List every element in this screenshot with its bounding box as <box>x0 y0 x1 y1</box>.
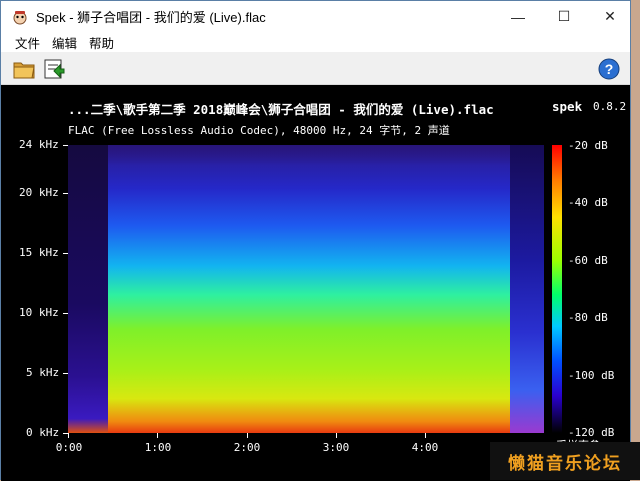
y-tick-label: 0 kHz <box>26 426 60 439</box>
db-scale-label: -40 dB <box>568 196 608 209</box>
spectrogram-top-fade <box>68 145 544 165</box>
menu-help[interactable]: 帮助 <box>89 33 114 52</box>
x-tick-label: 4:00 <box>411 441 439 454</box>
y-tick-label: 5 kHz <box>26 366 60 379</box>
x-tick <box>247 433 248 438</box>
x-tick-label: 2:00 <box>233 441 261 454</box>
y-tick-label: 10 kHz <box>19 306 59 319</box>
forum-watermark: 懒猫音乐论坛 <box>490 442 640 480</box>
minimize-button[interactable]: — <box>495 1 541 32</box>
spectrogram-intro-region <box>68 145 108 433</box>
menu-bar: 文件 编辑 帮助 <box>1 32 630 52</box>
file-path-title: ...二季\歌手第二季 2018巅峰会\狮子合唱团 - 我们的爱 (Live).… <box>68 102 494 117</box>
menu-edit[interactable]: 编辑 <box>52 33 77 52</box>
spek-window: Spek - 狮子合唱团 - 我们的爱 (Live).flac — ☐ ✕ 文件… <box>0 0 631 481</box>
y-tick-label: 20 kHz <box>19 186 59 199</box>
audio-format-info: FLAC (Free Lossless Audio Codec), 48000 … <box>68 124 450 137</box>
title-bar[interactable]: Spek - 狮子合唱团 - 我们的爱 (Live).flac — ☐ ✕ <box>1 1 630 32</box>
x-tick-label: 1:00 <box>144 441 172 454</box>
svg-text:?: ? <box>605 61 614 77</box>
x-tick <box>336 433 337 438</box>
menu-file[interactable]: 文件 <box>15 33 40 52</box>
app-version-label: 0.8.2 <box>593 100 627 113</box>
y-tick-label: 24 kHz <box>19 138 59 151</box>
y-tick-label: 15 kHz <box>19 246 59 259</box>
x-tick <box>425 433 426 438</box>
x-tick <box>68 433 69 438</box>
open-folder-icon[interactable] <box>12 57 36 81</box>
help-icon[interactable]: ? <box>597 57 621 81</box>
x-tick <box>157 433 158 438</box>
db-scale-label: -100 dB <box>568 369 615 382</box>
window-title: Spek - 狮子合唱团 - 我们的爱 (Live).flac <box>36 10 266 25</box>
toolbar: ? <box>1 52 630 85</box>
db-color-scale <box>552 145 562 433</box>
x-tick-label: 3:00 <box>322 441 350 454</box>
maximize-button[interactable]: ☐ <box>541 1 587 32</box>
spectrogram-image <box>68 145 544 433</box>
app-name-label: spek <box>552 99 583 114</box>
db-scale-label: -60 dB <box>568 254 608 267</box>
spectrogram-outro-region <box>510 145 544 433</box>
close-button[interactable]: ✕ <box>587 1 633 32</box>
db-scale-label: -80 dB <box>568 311 608 324</box>
db-scale-label: -20 dB <box>568 139 608 152</box>
save-image-icon[interactable] <box>42 57 66 81</box>
spek-app-icon <box>13 10 27 24</box>
x-tick-label: 0:00 <box>55 441 83 454</box>
